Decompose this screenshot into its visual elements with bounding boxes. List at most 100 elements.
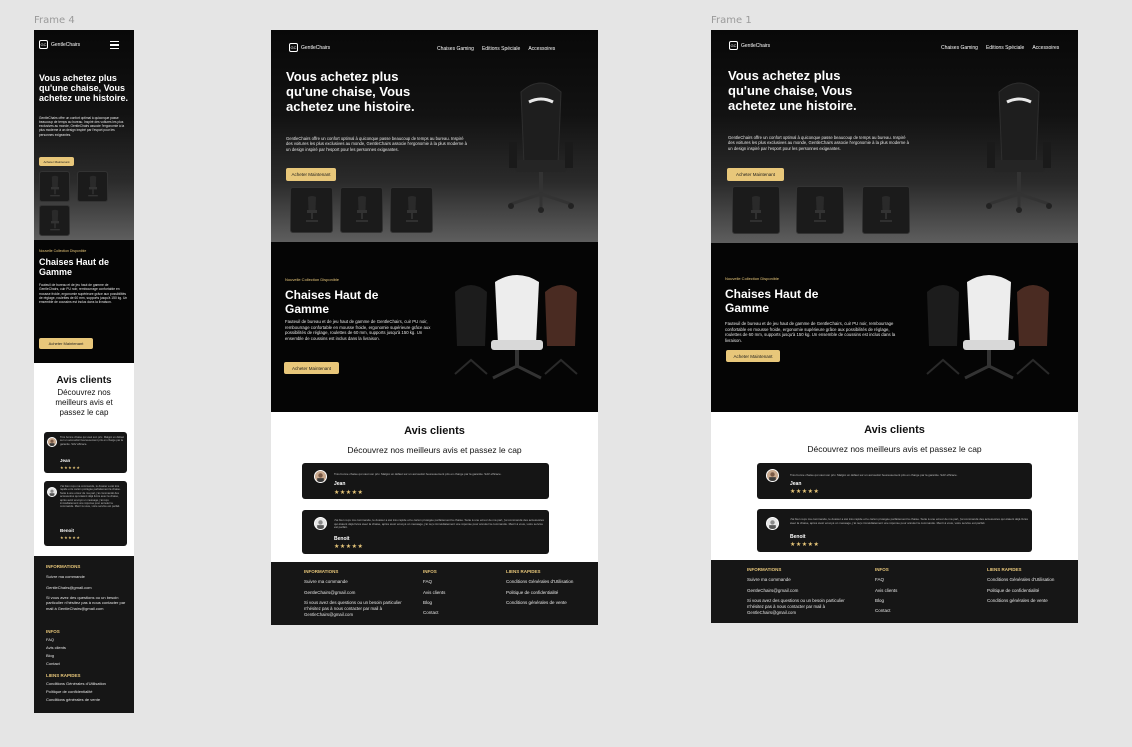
nav-item-accessories[interactable]: Accessoires	[528, 46, 555, 52]
hero-description: GentleChairs offre un confort optimal à …	[39, 116, 125, 137]
footer-link[interactable]: Avis clients	[875, 588, 897, 594]
footer-link[interactable]: FAQ	[875, 577, 884, 583]
footer-link[interactable]: Blog	[875, 598, 884, 604]
reviews-section: Avis clients Découvrez nos meilleurs avi…	[711, 412, 1078, 560]
footer-link[interactable]: Blog	[46, 653, 54, 658]
footer-link[interactable]: Conditions générales de vente	[46, 697, 100, 702]
hero-section: GC GentleChairs Vous achetez plus qu'une…	[34, 30, 134, 240]
footer-link[interactable]: Blog	[423, 600, 432, 606]
collection-description: Fauteuil de bureau et de jeu haut de gam…	[285, 319, 431, 341]
chair-thumbnail[interactable]	[796, 186, 844, 234]
avatar-icon	[48, 488, 56, 496]
hamburger-menu-icon[interactable]	[110, 41, 119, 49]
hero-title: Vous achetez plus qu'une chaise, Vous ac…	[728, 68, 857, 113]
footer: INFORMATIONS Suivre ma commande GentleCh…	[711, 560, 1078, 623]
chair-thumbnail[interactable]	[340, 187, 383, 233]
chair-thumbnail[interactable]	[732, 186, 780, 234]
avatar	[47, 487, 57, 497]
rating-stars: ★★★★★	[60, 535, 81, 540]
review-card: Très bonne chaise qui vaut son prix. Mal…	[757, 463, 1032, 499]
logo-mark: GC	[289, 43, 298, 52]
brand-logo[interactable]: GC GentleChairs	[729, 41, 770, 50]
footer-link[interactable]: Contact	[46, 661, 60, 666]
nav-item-gaming[interactable]: Chaises Gaming	[437, 46, 474, 52]
chair-thumbnail-icon	[49, 175, 60, 196]
review-author: Jean	[334, 481, 346, 487]
nav-item-accessories[interactable]: Accessoires	[1032, 45, 1059, 51]
footer-link[interactable]: Suivre ma commande	[747, 577, 791, 583]
review-card: J'ai bien reçu ma commande, le dossier a…	[302, 510, 549, 554]
logo-mark: GC	[729, 41, 738, 50]
avatar-icon	[48, 438, 56, 446]
chair-thumbnail[interactable]	[290, 187, 333, 233]
footer-link[interactable]: Politique de confidentialité	[506, 590, 558, 596]
hero-title: Vous achetez plus qu'une chaise, Vous ac…	[39, 73, 129, 104]
buy-now-button[interactable]: Acheter Maintenant	[726, 350, 780, 362]
footer-link[interactable]: FAQ	[46, 637, 54, 642]
main-nav: Chaises Gaming Editions Spéciale Accesso…	[437, 46, 555, 52]
collection-tag: Nouvelle Collection Disponible	[285, 277, 340, 282]
footer-contact-text: Si vous avez des questions ou un besoin …	[46, 595, 126, 611]
chair-thumbnail-icon	[405, 196, 418, 222]
brand-logo[interactable]: GC GentleChairs	[39, 40, 80, 49]
avatar-icon	[767, 518, 778, 529]
footer-link[interactable]: Conditions Générales d'Utilisation	[987, 577, 1054, 583]
buy-now-button[interactable]: Acheter Maintenant	[286, 168, 336, 181]
review-author: Benoit	[334, 536, 350, 542]
buy-now-button[interactable]: Acheter Maintenant	[727, 168, 784, 181]
frame-1-label: Frame 1	[711, 15, 752, 26]
chair-thumbnail[interactable]	[862, 186, 910, 234]
footer-email[interactable]: GentleChairs@gmail.com	[304, 590, 355, 596]
footer-link[interactable]: Suivre ma commande	[304, 579, 348, 585]
collection-tag: Nouvelle Collection Disponible	[725, 276, 780, 281]
reviews-subtitle: Découvrez nos meilleurs avis et passez l…	[347, 445, 522, 455]
footer-link[interactable]: FAQ	[423, 579, 432, 585]
footer-link[interactable]: Conditions Générales d'Utilisation	[506, 579, 573, 585]
collection-section: Nouvelle Collection Disponible Chaises H…	[34, 240, 134, 363]
footer-link[interactable]: Contact	[423, 610, 439, 616]
footer-link[interactable]: Conditions générales de vente	[987, 598, 1048, 604]
footer-link[interactable]: Politique de confidentialité	[987, 588, 1039, 594]
footer-link[interactable]: Contact	[875, 608, 891, 614]
avatar-icon	[767, 470, 778, 481]
footer: INFORMATIONS Suivre ma commande GentleCh…	[271, 562, 598, 625]
footer-email[interactable]: GentleChairs@gmail.com	[46, 585, 92, 590]
footer: INFORMATIONS Suivre ma commande GentleCh…	[34, 556, 134, 713]
chair-thumbnail[interactable]	[77, 171, 108, 202]
chair-thumbnail[interactable]	[39, 171, 70, 202]
frame-4-label: Frame 4	[34, 15, 75, 26]
brand-name: GentleChairs	[301, 44, 331, 51]
reviews-subtitle: Découvrez nos meilleurs avis et passez l…	[807, 444, 982, 454]
footer-link[interactable]: Avis clients	[46, 645, 66, 650]
footer-link[interactable]: Politique de confidentialité	[46, 689, 92, 694]
reviews-subtitle: Découvrez nos meilleurs avis et passez l…	[55, 388, 113, 417]
footer-link[interactable]: Avis clients	[423, 590, 445, 596]
footer-link[interactable]: Conditions Générales d'Utilisation	[46, 681, 106, 686]
buy-now-button[interactable]: Acheter Maintenant	[39, 157, 74, 166]
hero-title: Vous achetez plus qu'une chaise, Vous ac…	[286, 69, 415, 114]
footer-infos-title: INFOS	[46, 629, 60, 634]
footer-liens-title: LIENS RAPIDES	[987, 567, 1022, 572]
hero-description: GentleChairs offre un confort optimal à …	[728, 135, 909, 151]
footer-link[interactable]: Conditions générales de vente	[506, 600, 567, 606]
buy-now-button[interactable]: Acheter Maintenant	[284, 362, 339, 374]
footer-contact-text: Si vous avez des questions ou un besoin …	[747, 598, 845, 615]
reviews-title: Avis clients	[864, 424, 925, 436]
rating-stars: ★★★★★	[60, 465, 81, 470]
brand-name: GentleChairs	[51, 41, 81, 48]
nav-item-gaming[interactable]: Chaises Gaming	[941, 45, 978, 51]
review-text: J'ai bien reçu ma commande, le dossier a…	[60, 485, 121, 509]
nav-item-special-editions[interactable]: Editions Spéciale	[482, 46, 520, 52]
buy-now-button[interactable]: Acheter Maintenant	[39, 338, 93, 349]
footer-email[interactable]: GentleChairs@gmail.com	[747, 588, 798, 594]
nav-item-special-editions[interactable]: Editions Spéciale	[986, 45, 1024, 51]
avatar-icon	[315, 518, 326, 529]
brand-logo[interactable]: GC GentleChairs	[289, 43, 330, 52]
footer-link[interactable]: Suivre ma commande	[46, 574, 85, 579]
review-text: Très bonne chaise qui vaut son prix. Mal…	[334, 472, 502, 476]
chair-thumbnail[interactable]	[390, 187, 433, 233]
avatar-icon	[315, 471, 326, 482]
chair-thumbnail[interactable]	[39, 205, 70, 236]
gaming-chair-image	[508, 82, 574, 213]
chair-thumbnail-icon	[49, 209, 60, 230]
